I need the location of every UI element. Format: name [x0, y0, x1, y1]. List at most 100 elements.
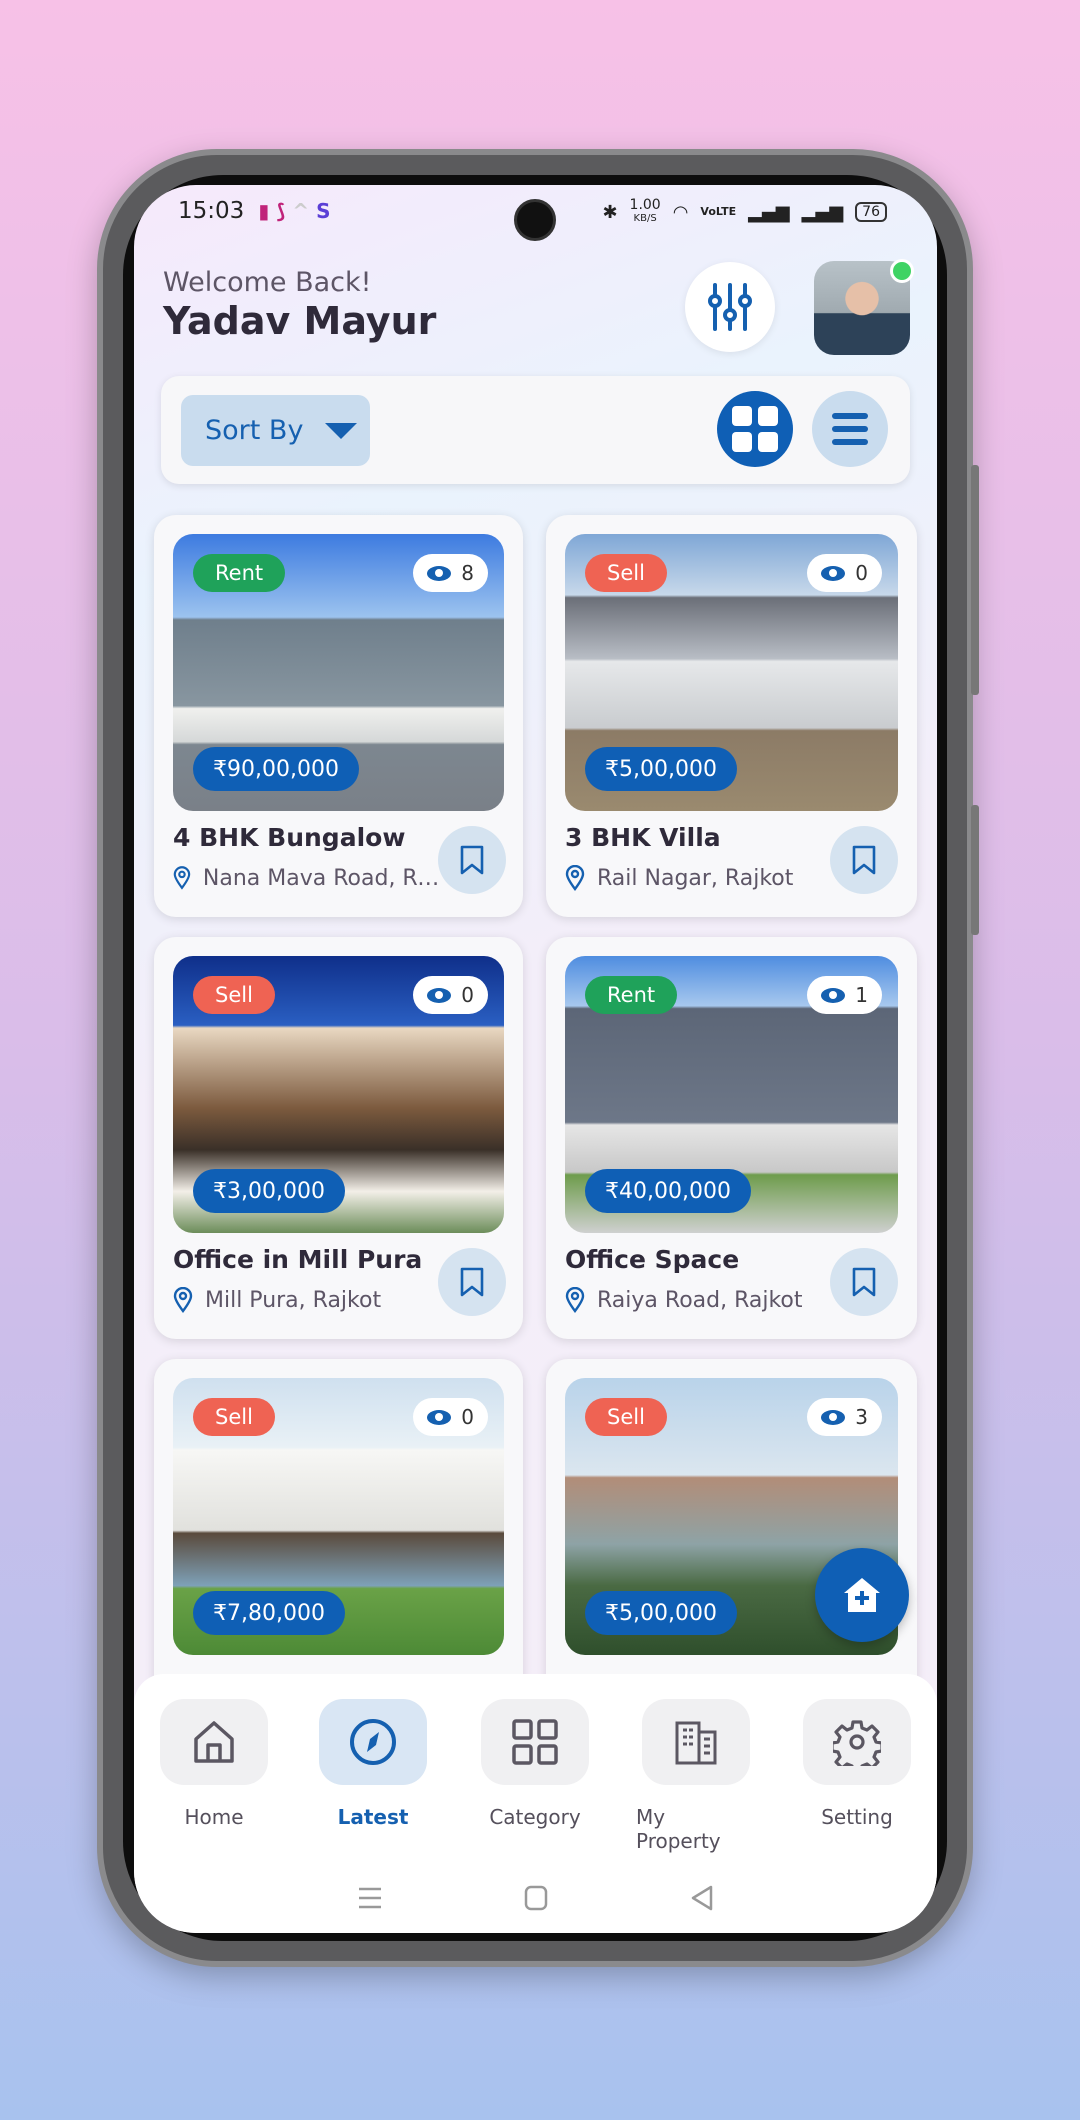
location-pin-icon — [173, 1287, 193, 1313]
eye-icon — [821, 1409, 846, 1425]
price-tag: ₹5,00,000 — [585, 747, 737, 791]
grid-view-button[interactable] — [717, 391, 793, 467]
nav-label: Category — [489, 1805, 581, 1829]
price-tag: ₹40,00,000 — [585, 1169, 751, 1213]
nav-label: Home — [184, 1805, 244, 1829]
nav-label: My Property — [636, 1805, 721, 1853]
property-image[interactable]: Rent 1 ₹40,00,000 — [565, 956, 898, 1233]
views-count: 0 — [413, 1398, 488, 1436]
battery-icon: 76 — [855, 202, 887, 222]
eye-icon — [427, 987, 452, 1003]
listing-type-badge: Sell — [585, 554, 667, 592]
price-tag: ₹7,80,000 — [193, 1591, 345, 1635]
views-count: 1 — [807, 976, 882, 1014]
property-image[interactable]: Sell 0 ₹7,80,000 — [173, 1378, 504, 1655]
sort-by-dropdown[interactable]: Sort By — [181, 395, 370, 466]
views-value: 3 — [855, 1405, 868, 1429]
nav-setting[interactable]: Setting — [797, 1699, 917, 1829]
bookmark-icon — [460, 1267, 484, 1297]
eye-icon — [427, 1409, 452, 1425]
caret-down-icon — [325, 422, 358, 439]
property-title: 3 BHK Villa — [565, 823, 721, 852]
building-icon — [675, 1721, 717, 1765]
list-view-button[interactable] — [812, 391, 888, 467]
sort-toolbar: Sort By — [161, 376, 910, 484]
volte-icon: VoLTE — [700, 205, 737, 218]
property-card[interactable]: Sell 0 ₹5,00,000 3 BHK Villa Rail Nagar,… — [546, 515, 917, 917]
price-tag: ₹3,00,000 — [193, 1169, 345, 1213]
bookmark-button[interactable] — [830, 826, 898, 894]
add-property-fab[interactable] — [815, 1548, 909, 1642]
nav-latest[interactable]: Latest — [313, 1699, 433, 1829]
property-title: 4 BHK Bungalow — [173, 823, 406, 852]
bookmark-button[interactable] — [438, 1248, 506, 1316]
property-location: Rail Nagar, Rajkot — [565, 865, 835, 891]
sort-label: Sort By — [205, 415, 304, 446]
user-avatar[interactable] — [814, 259, 914, 355]
views-count: 8 — [413, 554, 488, 592]
status-time: 15:03 — [178, 198, 245, 224]
property-card[interactable]: Rent 1 ₹40,00,000 Office Space Raiya Roa… — [546, 937, 917, 1339]
nav-my-property[interactable]: My Property — [636, 1699, 756, 1853]
views-value: 0 — [461, 1405, 474, 1429]
property-title: Office in Mill Pura — [173, 1245, 423, 1274]
wifi-icon: ◠ — [672, 201, 689, 223]
property-card[interactable]: Sell 0 ₹3,00,000 Office in Mill Pura Mil… — [154, 937, 523, 1339]
eye-icon — [821, 987, 846, 1003]
home-system-icon[interactable] — [523, 1885, 549, 1911]
property-image[interactable]: Sell 0 ₹3,00,000 — [173, 956, 504, 1233]
property-location: Raiya Road, Rajkot — [565, 1287, 835, 1313]
nav-label: Setting — [821, 1805, 893, 1829]
signal-icon: ▂▄▆ — [748, 201, 790, 223]
status-bar-left: 15:03 ▮ ⟆ ^ S — [178, 198, 331, 224]
eye-icon — [427, 565, 452, 581]
bookmark-icon — [852, 1267, 876, 1297]
greeting: Welcome Back! — [163, 267, 372, 298]
listing-type-badge: Sell — [193, 1398, 275, 1436]
property-image[interactable]: Sell 0 ₹5,00,000 — [565, 534, 898, 811]
network-unit: KB/S — [633, 213, 657, 224]
listing-grid: Rent 8 ₹90,00,000 4 BHK Bungalow Nana Ma… — [154, 515, 917, 1761]
views-value: 0 — [461, 983, 474, 1007]
compass-icon — [350, 1719, 396, 1765]
eye-icon — [821, 565, 846, 581]
location-pin-icon — [565, 1287, 585, 1313]
bookmark-icon — [852, 845, 876, 875]
price-tag: ₹90,00,000 — [193, 747, 359, 791]
gear-icon — [833, 1720, 881, 1766]
filter-button[interactable] — [685, 262, 775, 352]
home-icon — [194, 1721, 234, 1763]
location-pin-icon — [565, 865, 585, 891]
property-location: Mill Pura, Rajkot — [173, 1287, 443, 1313]
listing-type-badge: Rent — [585, 976, 678, 1014]
front-camera — [514, 199, 556, 241]
back-icon[interactable] — [689, 1885, 715, 1911]
views-value: 0 — [855, 561, 868, 585]
nav-home[interactable]: Home — [154, 1699, 274, 1829]
nav-category[interactable]: Category — [475, 1699, 595, 1829]
sliders-icon — [708, 283, 752, 331]
views-count: 0 — [413, 976, 488, 1014]
online-indicator — [890, 259, 914, 283]
bookmark-icon — [460, 845, 484, 875]
status-bar-right: ✱ 1.00 KB/S ◠ VoLTE ▂▄▆ ▂▄▆ 76 — [602, 198, 887, 225]
recents-icon[interactable] — [357, 1885, 383, 1911]
system-navigation — [134, 1885, 937, 1911]
location-text: Raiya Road, Rajkot — [597, 1287, 803, 1313]
views-value: 8 — [461, 561, 474, 585]
user-name: Yadav Mayur — [163, 299, 437, 343]
property-card[interactable]: Rent 8 ₹90,00,000 4 BHK Bungalow Nana Ma… — [154, 515, 523, 917]
property-image[interactable]: Rent 8 ₹90,00,000 — [173, 534, 504, 811]
bookmark-button[interactable] — [830, 1248, 898, 1316]
listing-type-badge: Sell — [585, 1398, 667, 1436]
listing-type-badge: Rent — [193, 554, 286, 592]
nav-label: Latest — [337, 1805, 409, 1829]
signal-icon-2: ▂▄▆ — [801, 201, 844, 223]
property-title: Office Space — [565, 1245, 740, 1274]
price-tag: ₹5,00,000 — [585, 1591, 737, 1635]
bookmark-button[interactable] — [438, 826, 506, 894]
views-value: 1 — [855, 983, 868, 1007]
grid-icon — [512, 1719, 558, 1765]
location-text: Nana Mava Road, Rajkot — [202, 865, 443, 891]
listing-type-badge: Sell — [193, 976, 275, 1014]
